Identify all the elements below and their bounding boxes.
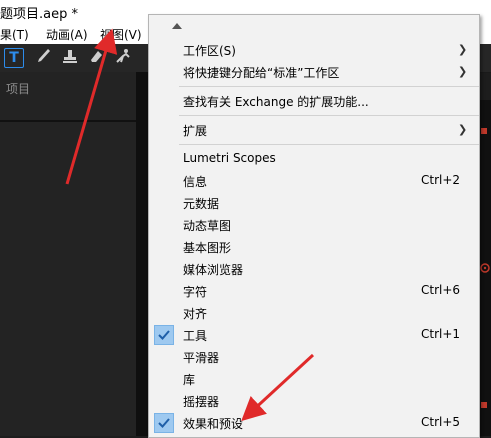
annotation-arrow-effects-presets: [241, 353, 315, 422]
annotation-arrow-view-menu: [65, 28, 118, 185]
annotation-arrows: [65, 28, 315, 422]
